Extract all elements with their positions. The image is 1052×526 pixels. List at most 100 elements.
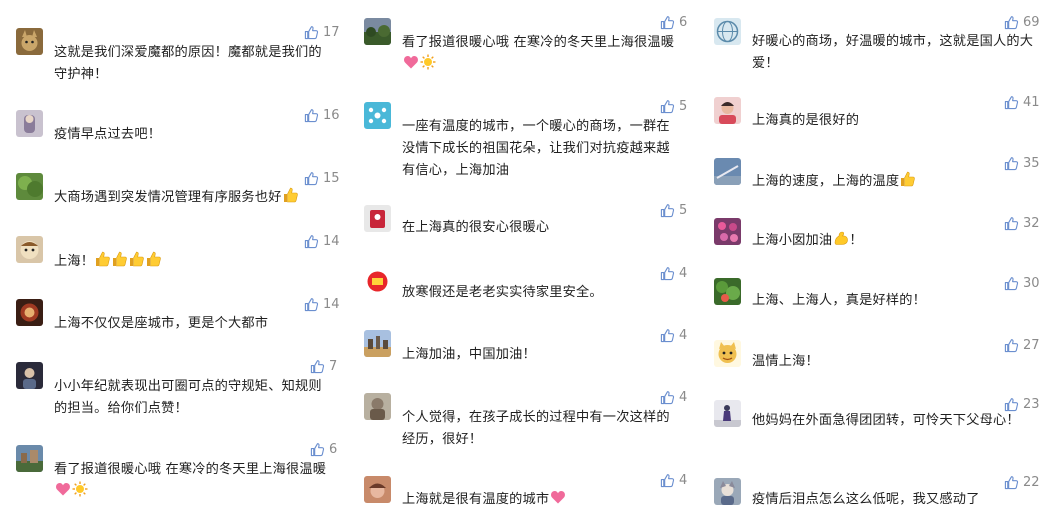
comment-item: 4 上海就是很有温度的城市 (364, 473, 694, 516)
comment-text: 上海真的是很好的 (752, 113, 860, 128)
comment-item: 4 放寒假还是老老实实待家里安全。 (364, 266, 694, 308)
like-count: 22 (1023, 475, 1040, 490)
comment-item: 5 一座有温度的城市，一个暖心的商场，一群在没情下成长的祖国花朵，让我们对抗疫越… (364, 99, 694, 182)
thumbs-up-emoji (900, 171, 916, 187)
like-count: 17 (323, 25, 340, 40)
like-count: 14 (323, 297, 340, 312)
avatar[interactable] (364, 330, 391, 357)
avatar[interactable] (364, 102, 391, 129)
avatar[interactable] (16, 110, 43, 137)
comment-text: 个人觉得，在孩子成长的过程中有一次这样的经历，很好！ (402, 410, 670, 447)
like-button[interactable]: 4 (660, 390, 687, 405)
comment-text: 上海不仅仅是座城市，更是个大都市 (54, 316, 269, 331)
heart-emoji (403, 54, 419, 70)
like-button[interactable]: 5 (660, 99, 687, 114)
avatar[interactable] (364, 268, 391, 295)
avatar[interactable] (16, 28, 43, 55)
like-button[interactable]: 14 (304, 297, 340, 312)
like-button[interactable]: 15 (304, 171, 340, 186)
comment-text-body: 上海的速度，上海的温度 (752, 174, 900, 189)
heart-emoji (55, 481, 71, 497)
avatar[interactable] (714, 218, 741, 245)
like-button[interactable]: 6 (660, 15, 687, 30)
thumbs-up-icon (1004, 95, 1019, 110)
avatar[interactable] (16, 236, 43, 263)
comment-text: 疫情早点过去吧！ (54, 127, 162, 142)
comment-text: 在上海真的很安心很暖心 (402, 220, 550, 235)
like-button[interactable]: 4 (660, 266, 687, 281)
comment-item: 16 疫情早点过去吧！ (16, 108, 346, 150)
comment-text: 疫情后泪点怎么这么低呢，我又感动了 (752, 492, 980, 507)
sun-emoji (72, 481, 88, 497)
comment-text: 小小年纪就表现出可圈可点的守规矩、知规则的担当。给你们点赞！ (54, 379, 322, 416)
thumbs-up-icon (310, 359, 325, 374)
thumbs-up-icon (660, 15, 675, 30)
comment-text: 大商场遇到突发情况管理有序服务也好 (54, 187, 344, 209)
avatar[interactable] (714, 18, 741, 45)
avatar[interactable] (16, 445, 43, 472)
like-count: 15 (323, 171, 340, 186)
avatar[interactable] (714, 400, 741, 427)
comment-text: 看了报道很暖心哦 在寒冷的冬天里上海很温暖 (402, 32, 687, 76)
comment-item: 32 上海小囡加油 ！ (714, 216, 1046, 258)
like-button[interactable]: 16 (304, 108, 340, 123)
like-button[interactable]: 14 (304, 234, 340, 249)
like-button[interactable]: 4 (660, 473, 687, 488)
like-count: 14 (323, 234, 340, 249)
like-count: 30 (1023, 276, 1040, 291)
like-button[interactable]: 7 (310, 359, 337, 374)
avatar[interactable] (364, 476, 391, 503)
like-count: 5 (679, 203, 688, 218)
comment-item: 27 温情上海！ (714, 338, 1046, 380)
comment-item: 7 小小年纪就表现出可圈可点的守规矩、知规则的担当。给你们点赞！ (16, 359, 346, 422)
like-button[interactable]: 69 (1004, 15, 1040, 30)
thumbs-up-emoji (283, 187, 299, 203)
avatar[interactable] (714, 478, 741, 505)
avatar[interactable] (364, 205, 391, 232)
thumbs-up-emoji (146, 251, 162, 267)
comment-text: 看了报道很暖心哦 在寒冷的冬天里上海很温暖 (54, 459, 339, 503)
like-button[interactable]: 41 (1004, 95, 1040, 110)
thumbs-up-icon (660, 266, 675, 281)
avatar[interactable] (714, 340, 741, 367)
avatar[interactable] (714, 97, 741, 124)
like-count: 4 (679, 473, 688, 488)
thumbs-up-icon (310, 442, 325, 457)
avatar[interactable] (364, 18, 391, 45)
sun-emoji (420, 54, 436, 70)
thumbs-up-emoji (112, 251, 128, 267)
comment-item: 6 看了报道很暖心哦 在寒冷的冬天里上海很温暖 (364, 15, 694, 78)
comment-text-body: 上海就是很有温度的城市 (402, 492, 550, 507)
avatar[interactable] (16, 173, 43, 200)
thumbs-up-icon (1004, 276, 1019, 291)
comment-text: 上海加油，中国加油！ (402, 347, 536, 362)
thumbs-up-icon (304, 297, 319, 312)
avatar[interactable] (714, 278, 741, 305)
comment-item: 15 大商场遇到突发情况管理有序服务也好 (16, 171, 346, 213)
avatar[interactable] (16, 362, 43, 389)
like-button[interactable]: 4 (660, 328, 687, 343)
thumbs-up-icon (660, 473, 675, 488)
comment-text-body: 大商场遇到突发情况管理有序服务也好 (54, 190, 282, 205)
like-count: 7 (329, 359, 338, 374)
like-count: 32 (1023, 216, 1040, 231)
avatar[interactable] (714, 158, 741, 185)
comment-text: 这就是我们深爱魔都的原因！魔都就是我们的守护神！ (54, 45, 322, 82)
like-button[interactable]: 5 (660, 203, 687, 218)
like-button[interactable]: 22 (1004, 475, 1040, 490)
comment-item: 41 上海真的是很好的 (714, 95, 1046, 137)
comment-item: 6 看了报道很暖心哦 在寒冷的冬天里上海很温暖 (16, 442, 346, 505)
like-button[interactable]: 17 (304, 25, 340, 40)
like-button[interactable]: 6 (310, 442, 337, 457)
comment-item: 22 疫情后泪点怎么这么低呢，我又感动了 (714, 475, 1046, 518)
avatar[interactable] (364, 393, 391, 420)
avatar[interactable] (16, 299, 43, 326)
like-button[interactable]: 35 (1004, 156, 1040, 171)
like-button[interactable]: 30 (1004, 276, 1040, 291)
comment-item: 5 在上海真的很安心很暖心 (364, 203, 694, 245)
like-button[interactable]: 32 (1004, 216, 1040, 231)
comment-text-body: 上海小囡加油 (752, 233, 833, 248)
thumbs-up-icon (304, 108, 319, 123)
heart-emoji (550, 489, 566, 505)
comment-text-body: 看了报道很暖心哦 在寒冷的冬天里上海很温暖 (402, 35, 675, 50)
